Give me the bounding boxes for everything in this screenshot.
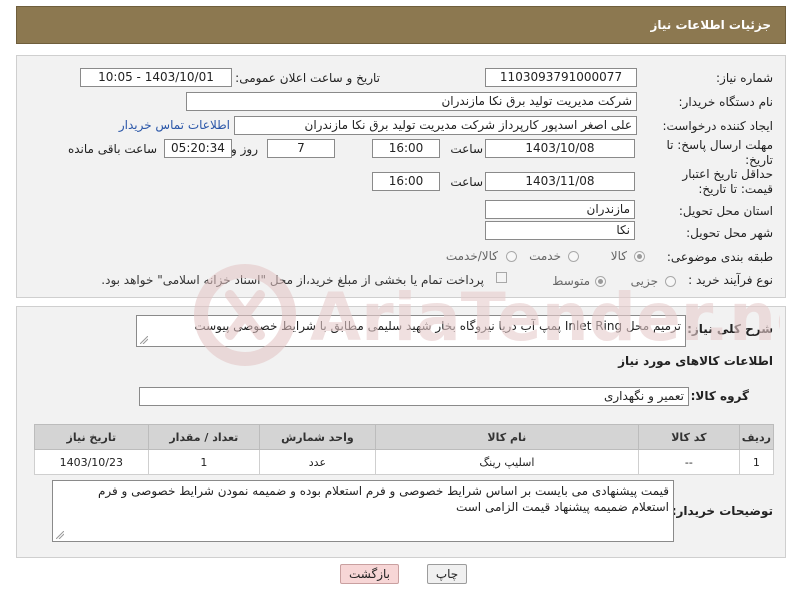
reply-time-label: ساعت — [450, 142, 483, 156]
resize-grip-icon[interactable] — [140, 336, 148, 344]
col-header-unit: واحد شمارش — [259, 424, 376, 450]
buyer-notes-text: قیمت پیشنهادی می بایست بر اساس شرایط خصو… — [97, 484, 669, 514]
requester-field[interactable]: علی اصغر اسدپور کارپرداز شرکت مدیریت تول… — [234, 116, 637, 135]
remaining-time-field[interactable]: 05:20:34 — [164, 139, 232, 158]
cell-qty: 1 — [147, 449, 261, 475]
col-header-row-number: ردیف — [738, 424, 775, 450]
page-header: جزئیات اطلاعات نیاز — [16, 6, 786, 44]
requester-label: ایجاد کننده درخواست: — [662, 119, 773, 133]
goods-group-label: گروه کالا: — [690, 389, 749, 403]
treasury-payment-note: پرداخت تمام یا بخشی از مبلغ خرید،از محل … — [101, 273, 484, 287]
cell-unit: عدد — [259, 449, 376, 475]
price-validity-time-field[interactable]: 16:00 — [372, 172, 440, 191]
category-label: طبقه بندی موضوعی: — [666, 250, 773, 264]
col-header-date: تاریخ نیاز — [34, 424, 149, 450]
cell-code: -- — [637, 449, 740, 475]
print-button[interactable]: چاپ — [427, 564, 467, 584]
description-label: شرح کلی نیاز: — [687, 322, 773, 336]
table-header-row: ردیف کد کالا نام کالا واحد شمارش تعداد /… — [34, 424, 775, 450]
buyer-notes-textarea[interactable]: قیمت پیشنهادی می بایست بر اساس شرایط خصو… — [52, 480, 674, 542]
announce-date-field[interactable]: 1403/10/01 - 10:05 — [80, 68, 232, 87]
category-option-goods-service: کالا/خدمت — [445, 249, 498, 263]
buyer-org-label: نام دستگاه خریدار: — [678, 95, 774, 109]
buyer-notes-label: توضیحات خریدار: — [671, 504, 773, 518]
cell-name: اسلیپ رینگ — [374, 449, 639, 475]
table-row[interactable]: 1 -- اسلیپ رینگ عدد 1 1403/10/23 — [34, 449, 775, 475]
reply-date-field[interactable]: 1403/10/08 — [485, 139, 635, 158]
reply-deadline-label: مهلت ارسال پاسخ: تا تاریخ: — [666, 138, 773, 167]
description-textarea[interactable]: ترمیم محل Inlet Ring پمپ آب دریا نیروگاه… — [136, 315, 686, 347]
announce-date-label: تاریخ و ساعت اعلان عمومی: — [235, 71, 380, 85]
resize-grip-icon[interactable] — [56, 531, 64, 539]
treasury-payment-checkbox[interactable] — [496, 272, 507, 283]
delivery-city-label: شهر محل تحویل: — [686, 226, 773, 240]
process-option-medium: متوسط — [552, 274, 590, 288]
category-radio-goods[interactable] — [634, 251, 645, 262]
goods-group-field[interactable]: تعمیر و نگهداری — [139, 387, 689, 406]
delivery-city-field[interactable]: نکا — [485, 221, 635, 240]
reply-days-field[interactable]: 7 — [267, 139, 335, 158]
goods-info-title: اطلاعات کالاهای مورد نیاز — [618, 354, 773, 368]
price-validity-label: حداقل تاریخ اعتبار قیمت: تا تاریخ: — [682, 167, 773, 196]
buyer-org-field[interactable]: شرکت مدیریت تولید برق نکا مازندران — [186, 92, 637, 111]
back-button[interactable]: بازگشت — [340, 564, 399, 584]
delivery-province-field[interactable]: مازندران — [485, 200, 635, 219]
category-radio-goods-service[interactable] — [506, 251, 517, 262]
buyer-contact-link[interactable]: اطلاعات تماس خریدار — [119, 118, 230, 132]
cell-row-number: 1 — [738, 449, 775, 475]
price-validity-date-field[interactable]: 1403/11/08 — [485, 172, 635, 191]
process-option-minor: جزیی — [630, 274, 658, 288]
col-header-name: نام کالا — [374, 424, 639, 450]
col-header-qty: تعداد / مقدار — [147, 424, 261, 450]
remaining-time-label: ساعت باقی مانده — [67, 142, 157, 156]
col-header-code: کد کالا — [637, 424, 740, 450]
need-number-label: شماره نیاز: — [716, 71, 773, 85]
need-number-field[interactable]: 1103093791000077 — [485, 68, 637, 87]
process-radio-minor[interactable] — [665, 276, 676, 287]
category-radio-service[interactable] — [568, 251, 579, 262]
process-radio-medium[interactable] — [595, 276, 606, 287]
category-option-service: خدمت — [529, 249, 561, 263]
reply-days-label: روز و — [231, 142, 258, 156]
description-text: ترمیم محل Inlet Ring پمپ آب دریا نیروگاه… — [194, 319, 681, 333]
goods-table: ردیف کد کالا نام کالا واحد شمارش تعداد /… — [34, 424, 775, 475]
cell-date: 1403/10/23 — [34, 449, 149, 475]
reply-time-field[interactable]: 16:00 — [372, 139, 440, 158]
price-validity-time-label: ساعت — [450, 175, 483, 189]
process-type-label: نوع فرآیند خرید : — [688, 273, 773, 287]
page-title: جزئیات اطلاعات نیاز — [650, 18, 771, 32]
category-option-goods: کالا — [610, 249, 627, 263]
delivery-province-label: استان محل تحویل: — [678, 204, 773, 218]
